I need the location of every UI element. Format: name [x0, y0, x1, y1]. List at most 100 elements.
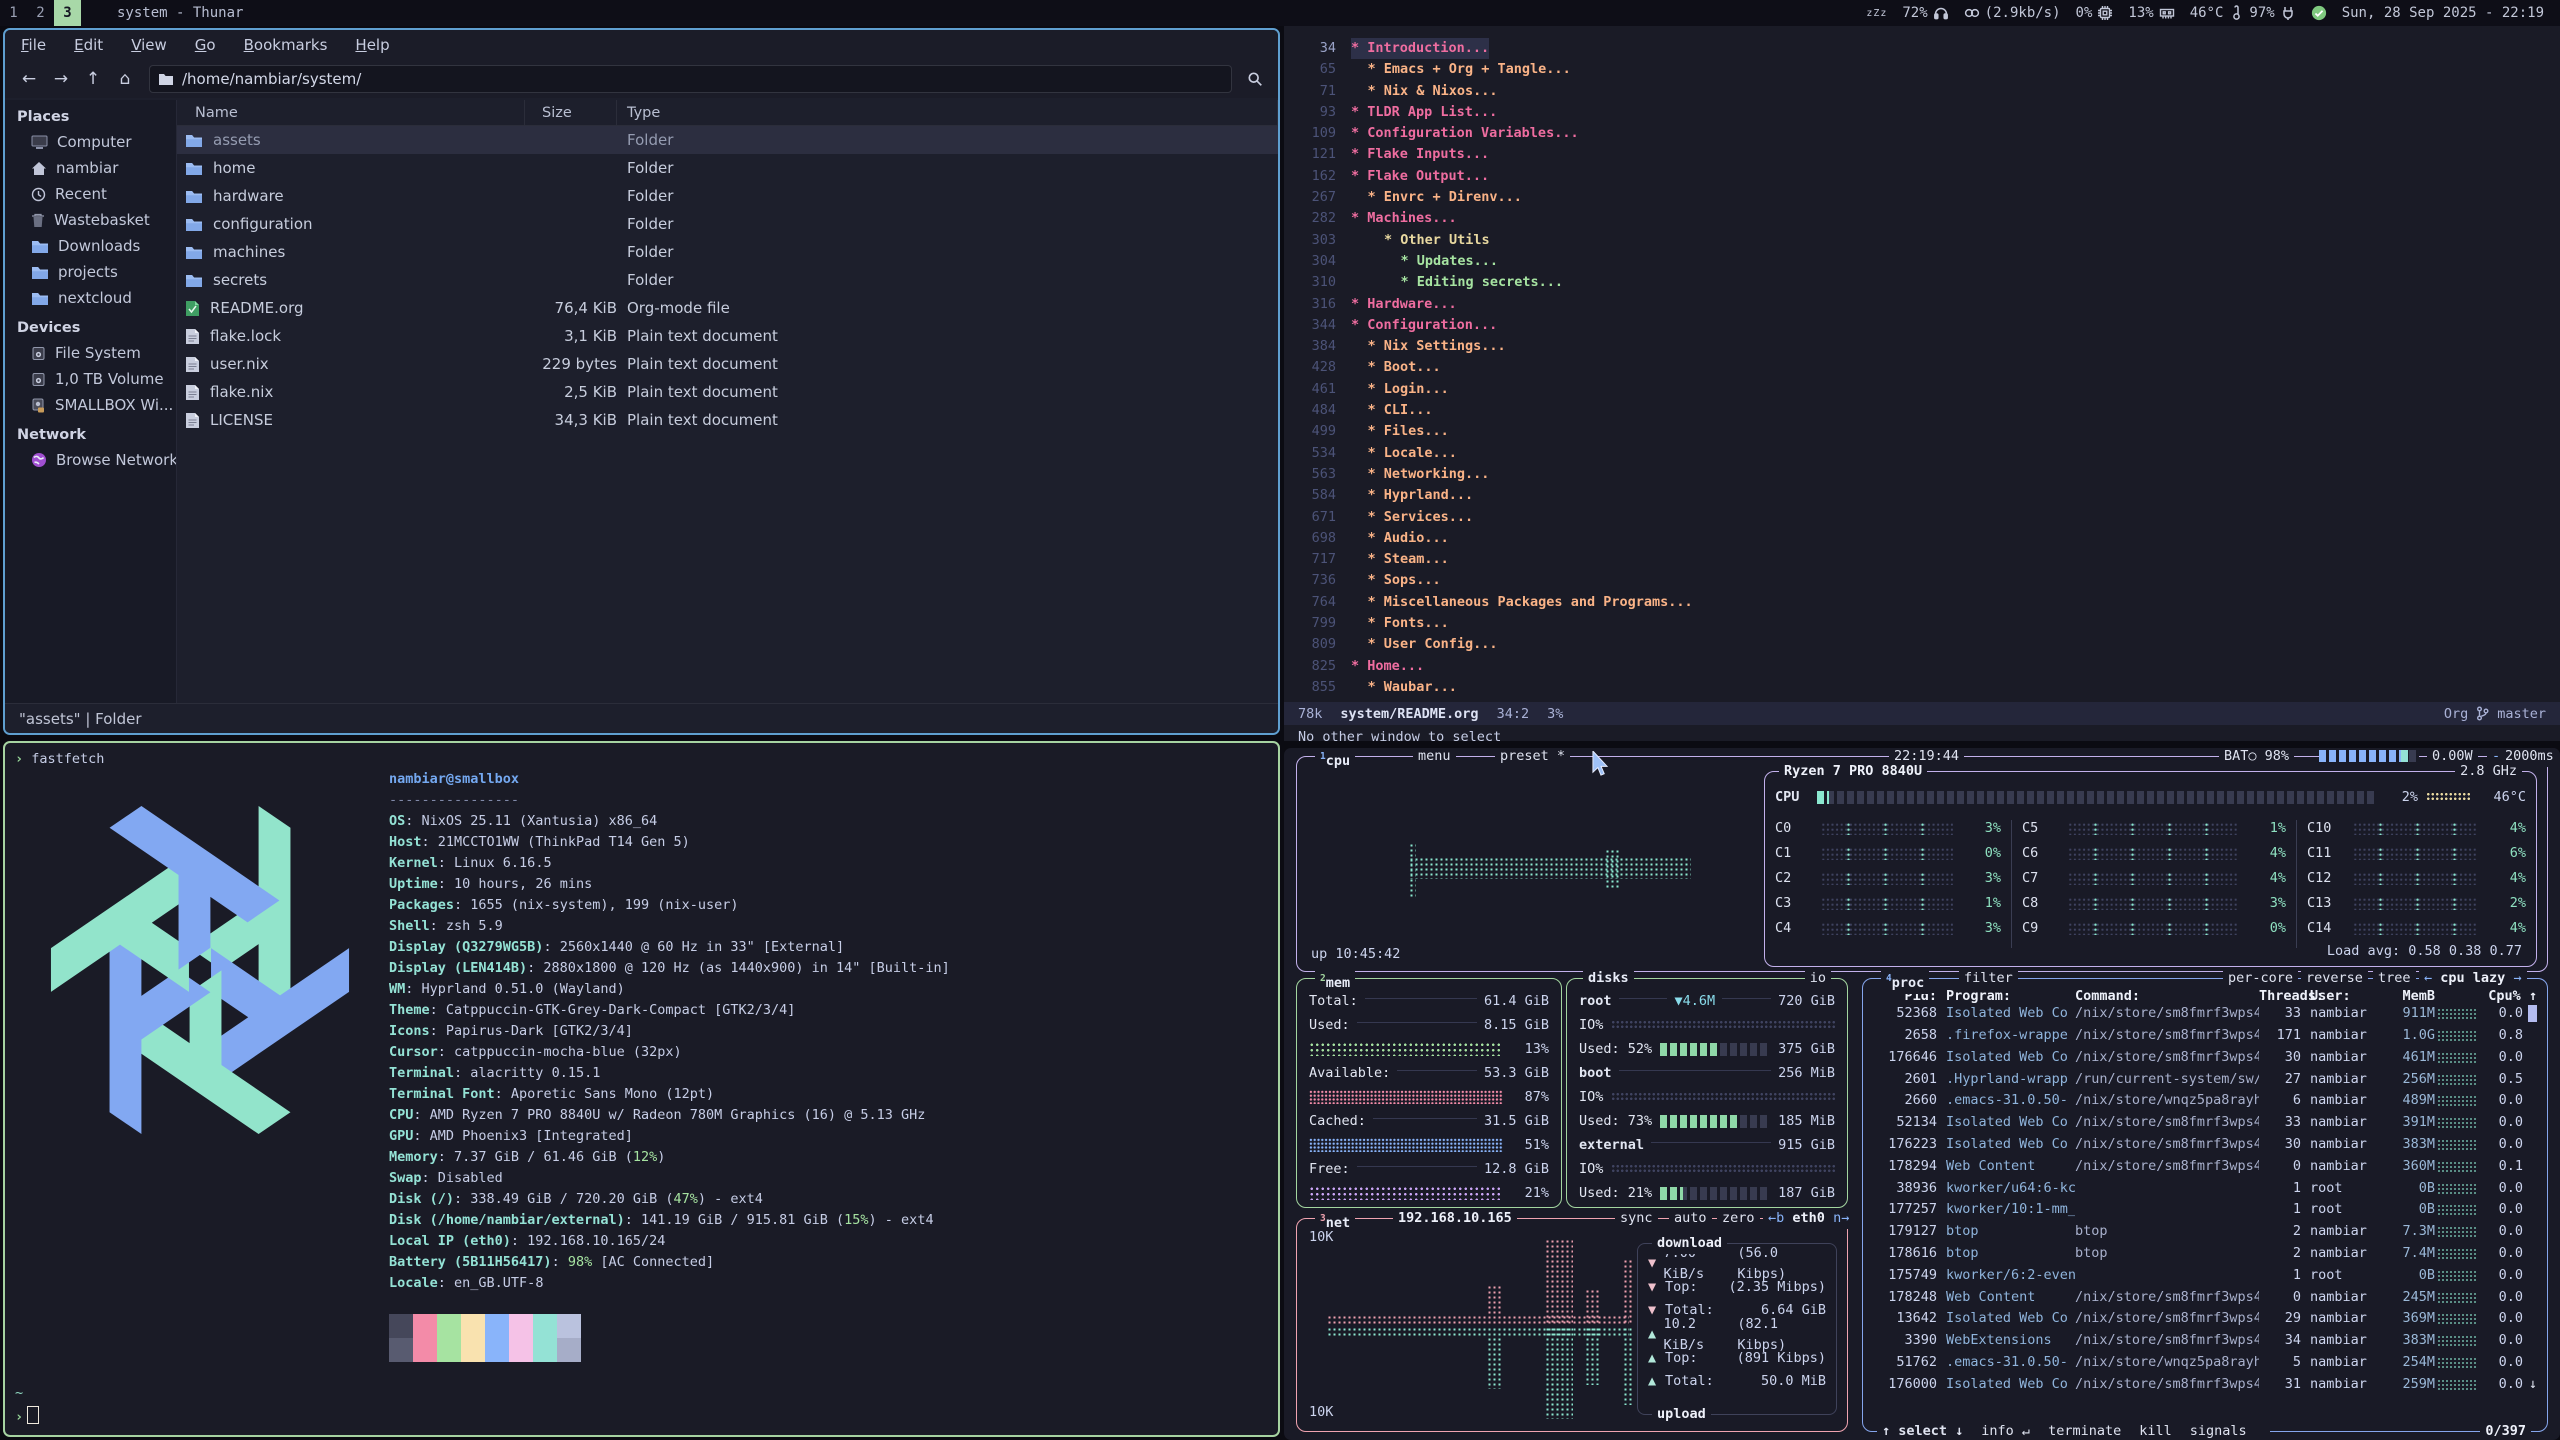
org-heading-line[interactable]: 384* Nix Settings...	[1284, 336, 2560, 357]
sidebar-item-downloads[interactable]: Downloads	[5, 233, 176, 259]
temperature[interactable]: 46°C 97%	[2190, 5, 2296, 21]
org-heading-line[interactable]: 109* Configuration Variables...	[1284, 123, 2560, 144]
process-row-178248[interactable]: 178248Web Content/nix/store/sm8fmrf3wps4…	[1873, 1286, 2539, 1308]
org-heading-line[interactable]: 428* Boot...	[1284, 357, 2560, 378]
idle-inhibit-icon[interactable]: zZz	[1866, 8, 1887, 19]
btop-window[interactable]: 1cpu menu preset * 22:19:44 BAT○ 98% 0.0…	[1284, 748, 2560, 1440]
org-heading-line[interactable]: 698* Audio...	[1284, 528, 2560, 549]
preset-tab[interactable]: preset *	[1495, 748, 1570, 767]
proc-key-kill[interactable]: kill	[2139, 1423, 2172, 1439]
proc-key-terminate[interactable]: terminate	[2048, 1423, 2121, 1439]
tree-tab[interactable]: tree	[2373, 968, 2416, 989]
cpu-tab[interactable]: 1cpu	[1315, 748, 1355, 772]
org-heading-line[interactable]: 282* Machines...	[1284, 208, 2560, 229]
org-heading-line[interactable]: 484* CLI...	[1284, 400, 2560, 421]
sidebar-item-recent[interactable]: Recent	[5, 181, 176, 207]
menu-view[interactable]: View	[131, 36, 167, 54]
file-row-readme-org[interactable]: README.org76,4 KiBOrg-mode file	[177, 294, 1278, 322]
process-row-175749[interactable]: 175749kworker/6:2-even1root0B0.0	[1873, 1264, 2539, 1286]
network-speed[interactable]: (2.9kb/s)	[1964, 5, 2061, 21]
sidebar-item-browse-network[interactable]: Browse Network	[5, 447, 176, 473]
sidebar-item-nextcloud[interactable]: nextcloud	[5, 285, 176, 311]
menu-tab[interactable]: menu	[1413, 748, 1456, 767]
file-row-secrets[interactable]: secretsFolder	[177, 266, 1278, 294]
process-row-52134[interactable]: 52134Isolated Web Co/nix/store/sm8fmrf3w…	[1873, 1112, 2539, 1134]
process-row-178616[interactable]: 178616btopbtop2nambiar7.4M0.0	[1873, 1243, 2539, 1265]
org-heading-line[interactable]: 93* TLDR App List...	[1284, 102, 2560, 123]
org-heading-line[interactable]: 303* Other Utils	[1284, 230, 2560, 251]
disks-tab[interactable]: disks	[1583, 968, 1634, 989]
back-button[interactable]: ←	[13, 65, 45, 93]
column-type[interactable]: Type	[617, 100, 1278, 125]
file-row-license[interactable]: LICENSE34,3 KiBPlain text document	[177, 406, 1278, 434]
file-row-user-nix[interactable]: user.nix229 bytesPlain text document	[177, 350, 1278, 378]
sidebar-item-file-system[interactable]: File System	[5, 340, 176, 366]
org-heading-line[interactable]: 71* Nix & Nixos...	[1284, 81, 2560, 102]
path-bar[interactable]: /home/nambiar/system/	[149, 65, 1232, 93]
filter-tab[interactable]: filter	[1959, 968, 2018, 989]
org-heading-line[interactable]: 499* Files...	[1284, 421, 2560, 442]
process-row-13642[interactable]: 13642Isolated Web Co/nix/store/sm8fmrf3w…	[1873, 1308, 2539, 1330]
process-row-179127[interactable]: 179127btopbtop2nambiar7.3M0.0	[1873, 1221, 2539, 1243]
org-heading-line[interactable]: 825* Home...	[1284, 656, 2560, 677]
sidebar-item-wastebasket[interactable]: Wastebasket	[5, 207, 176, 233]
process-row-51762[interactable]: 51762.emacs-31.0.50-/nix/store/wnqz5pa8r…	[1873, 1352, 2539, 1374]
interface-tab[interactable]: ←b eth0 n→	[1763, 1208, 1854, 1229]
workspace-switcher[interactable]: 123	[0, 0, 81, 26]
search-button[interactable]	[1240, 65, 1270, 93]
proc-key-select[interactable]: ↑ select ↓	[1882, 1423, 1963, 1439]
sync-tab[interactable]: sync	[1615, 1208, 1658, 1229]
emacs-window[interactable]: 34* Introduction...65* Emacs + Org + Tan…	[1284, 26, 2560, 741]
workspace-3[interactable]: 3	[54, 0, 81, 26]
menu-file[interactable]: File	[21, 36, 46, 54]
menu-help[interactable]: Help	[355, 36, 389, 54]
process-row-2660[interactable]: 2660.emacs-31.0.50-/nix/store/wnqz5pa8ra…	[1873, 1090, 2539, 1112]
menu-edit[interactable]: Edit	[74, 36, 103, 54]
process-row-52368[interactable]: 52368Isolated Web Co/nix/store/sm8fmrf3w…	[1873, 1003, 2539, 1025]
percore-tab[interactable]: per-core	[2223, 968, 2298, 989]
process-row-3390[interactable]: 3390WebExtensions/nix/store/sm8fmrf3wps4…	[1873, 1330, 2539, 1352]
ram-usage[interactable]: 13%	[2128, 5, 2174, 21]
check-circle-icon[interactable]	[2311, 5, 2327, 21]
forward-button[interactable]: →	[45, 65, 77, 93]
file-row-home[interactable]: homeFolder	[177, 154, 1278, 182]
process-row-38936[interactable]: 38936kworker/u64:6-kc1root0B0.0	[1873, 1177, 2539, 1199]
io-tab[interactable]: io	[1805, 968, 1831, 989]
up-button[interactable]: ↑	[77, 65, 109, 93]
process-row-177257[interactable]: 177257kworker/10:1-mm_1root0B0.0	[1873, 1199, 2539, 1221]
sort-nav[interactable]: ← cpu lazy →	[2419, 968, 2527, 989]
workspace-1[interactable]: 1	[0, 0, 27, 26]
zero-tab[interactable]: zero	[1717, 1208, 1760, 1229]
process-row-2601[interactable]: 2601.Hyprland-wrapp/run/current-system/s…	[1873, 1068, 2539, 1090]
org-heading-line[interactable]: 310* Editing secrets...	[1284, 272, 2560, 293]
proc-footer-keys[interactable]: ↑ select ↓info ↵terminatekillsignals	[1877, 1421, 2270, 1440]
file-row-configuration[interactable]: configurationFolder	[177, 210, 1278, 238]
process-row-178294[interactable]: 178294Web Content/nix/store/sm8fmrf3wps4…	[1873, 1155, 2539, 1177]
org-heading-line[interactable]: 34* Introduction...	[1284, 38, 2560, 59]
org-heading-line[interactable]: 304* Updates...	[1284, 251, 2560, 272]
process-row-176000[interactable]: 176000Isolated Web Co/nix/store/sm8fmrf3…	[1873, 1373, 2539, 1395]
org-heading-line[interactable]: 534* Locale...	[1284, 443, 2560, 464]
volume-indicator[interactable]: 72%	[1902, 5, 1948, 21]
org-heading-line[interactable]: 65* Emacs + Org + Tangle...	[1284, 59, 2560, 80]
sidebar-item-smallbox-wi[interactable]: SMALLBOX Wi...	[5, 392, 176, 418]
shell-prompt-2[interactable]: ›	[15, 1406, 39, 1428]
org-heading-line[interactable]: 717* Steam...	[1284, 549, 2560, 570]
home-button[interactable]: ⌂	[109, 65, 141, 93]
sidebar-item-computer[interactable]: Computer	[5, 129, 176, 155]
file-row-machines[interactable]: machinesFolder	[177, 238, 1278, 266]
reverse-tab[interactable]: reverse	[2301, 968, 2368, 989]
org-heading-line[interactable]: 809* User Config...	[1284, 634, 2560, 655]
file-row-flake-lock[interactable]: flake.lock3,1 KiBPlain text document	[177, 322, 1278, 350]
cpu-usage[interactable]: 0%	[2076, 5, 2114, 21]
workspace-2[interactable]: 2	[27, 0, 54, 26]
org-heading-line[interactable]: 584* Hyprland...	[1284, 485, 2560, 506]
org-heading-line[interactable]: 267* Envrc + Direnv...	[1284, 187, 2560, 208]
org-heading-line[interactable]: 671* Services...	[1284, 507, 2560, 528]
menu-go[interactable]: Go	[195, 36, 216, 54]
org-heading-line[interactable]: 736* Sops...	[1284, 570, 2560, 591]
org-heading-line[interactable]: 855* Waubar...	[1284, 677, 2560, 698]
sidebar-item-nambiar[interactable]: nambiar	[5, 155, 176, 181]
org-heading-line[interactable]: 563* Networking...	[1284, 464, 2560, 485]
process-row-176646[interactable]: 176646Isolated Web Co/nix/store/sm8fmrf3…	[1873, 1046, 2539, 1068]
